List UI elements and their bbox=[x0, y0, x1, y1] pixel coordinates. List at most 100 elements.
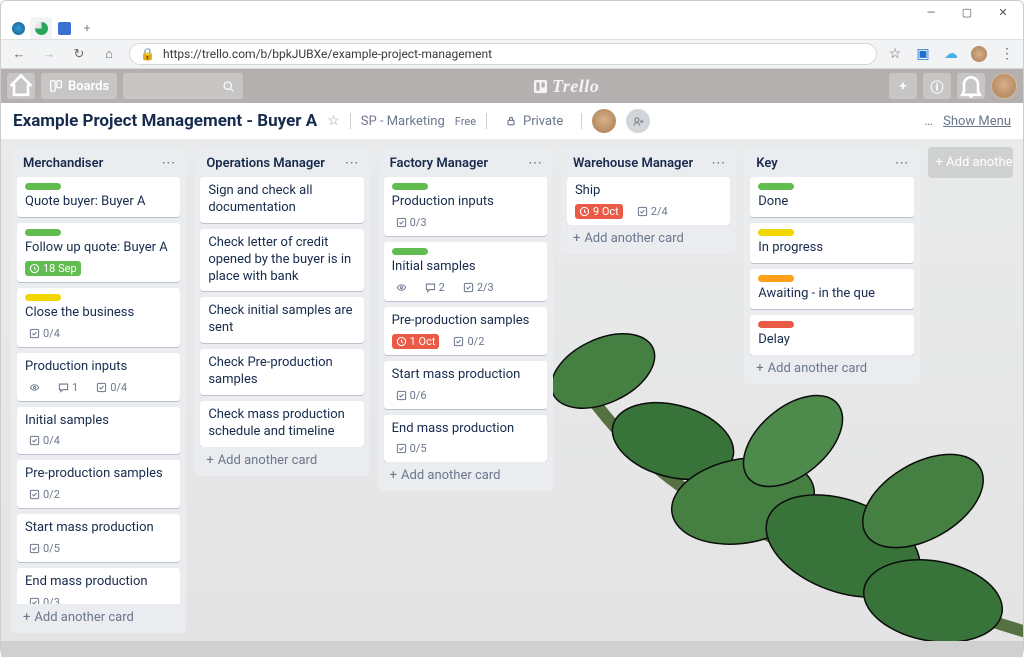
bookmark-star-icon[interactable]: ☆ bbox=[887, 46, 903, 62]
card[interactable]: Sign and check all documentation bbox=[200, 177, 363, 223]
list-title[interactable]: Merchandiser bbox=[23, 156, 103, 171]
add-card-button[interactable]: +Add another card bbox=[567, 225, 730, 248]
card-label-green bbox=[25, 229, 61, 236]
home-icon[interactable] bbox=[7, 73, 35, 99]
notifications-button[interactable] bbox=[957, 73, 985, 99]
badge-check: 0/4 bbox=[25, 326, 64, 341]
list-menu-icon[interactable]: ⋯ bbox=[161, 155, 176, 171]
card-badges: 1 Oct0/2 bbox=[392, 334, 539, 349]
card[interactable]: Production inputs0/3 bbox=[384, 177, 547, 236]
visibility-button[interactable]: Private bbox=[497, 111, 571, 132]
window-controls: — ▢ ✕ bbox=[1, 1, 1023, 23]
card-badges: 0/5 bbox=[392, 441, 539, 456]
card-title: Follow up quote: Buyer A bbox=[25, 240, 172, 257]
add-card-button[interactable]: +Add another card bbox=[384, 462, 547, 485]
add-list-button[interactable]: + Add another list bbox=[928, 147, 1013, 178]
browser-tab-2[interactable] bbox=[30, 17, 52, 39]
list-menu-icon[interactable]: ⋯ bbox=[895, 155, 910, 171]
badge-due: 18 Sep bbox=[25, 261, 81, 276]
card-title: Close the business bbox=[25, 305, 172, 322]
card-label-yellow bbox=[25, 294, 61, 301]
add-card-button[interactable]: +Add another card bbox=[200, 447, 363, 470]
home-button[interactable]: ⌂ bbox=[99, 44, 119, 64]
card[interactable]: Done bbox=[750, 177, 913, 217]
add-card-button[interactable]: +Add another card bbox=[17, 604, 180, 627]
search-icon bbox=[222, 80, 235, 93]
minimize-button[interactable]: — bbox=[925, 6, 937, 18]
badge-due: 1 Oct bbox=[392, 334, 440, 349]
card[interactable]: Quote buyer: Buyer A bbox=[17, 177, 180, 217]
browser-tab-3[interactable] bbox=[53, 17, 75, 39]
card[interactable]: Check mass production schedule and timel… bbox=[200, 401, 363, 447]
list-title[interactable]: Operations Manager bbox=[206, 156, 325, 171]
new-tab-button[interactable]: + bbox=[76, 17, 98, 39]
add-member-button[interactable] bbox=[626, 109, 650, 133]
card[interactable]: Delay bbox=[750, 315, 913, 355]
card[interactable]: Ship9 Oct2/4 bbox=[567, 177, 730, 225]
list-menu-icon[interactable]: ⋯ bbox=[345, 155, 360, 171]
card[interactable]: Check letter of credit opened by the buy… bbox=[200, 229, 363, 292]
card[interactable]: Close the business 0/4 bbox=[17, 288, 180, 347]
card-title: End mass production bbox=[25, 574, 172, 591]
card[interactable]: Initial samples0/4 bbox=[17, 407, 180, 455]
card-badges: 0/6 bbox=[392, 388, 539, 403]
card-title: Initial samples bbox=[392, 259, 539, 276]
list: Merchandiser ⋯ Quote buyer: Buyer A Follow … bbox=[11, 147, 186, 633]
ext-icon-cloud[interactable]: ☁ bbox=[943, 46, 959, 62]
plus-icon: + bbox=[756, 361, 763, 376]
card[interactable]: Awaiting - in the que bbox=[750, 269, 913, 309]
forward-button[interactable]: → bbox=[39, 44, 59, 64]
create-button[interactable]: + bbox=[889, 73, 917, 99]
info-button[interactable]: ⓘ bbox=[923, 73, 951, 99]
browser-tab-1[interactable] bbox=[7, 17, 29, 39]
card[interactable]: Start mass production0/5 bbox=[17, 514, 180, 562]
card[interactable]: Check initial samples are sent bbox=[200, 297, 363, 343]
card-title: Pre-production samples bbox=[392, 313, 539, 330]
star-icon[interactable]: ☆ bbox=[327, 113, 340, 129]
user-avatar[interactable] bbox=[991, 73, 1017, 99]
address-bar[interactable]: 🔒 https://trello.com/b/bpkJUBXe/example-… bbox=[129, 43, 877, 65]
reload-button[interactable]: ↻ bbox=[69, 44, 89, 64]
back-button[interactable]: ← bbox=[9, 44, 29, 64]
profile-avatar-icon[interactable] bbox=[971, 46, 987, 62]
search-input[interactable] bbox=[123, 73, 243, 99]
add-card-button[interactable]: +Add another card bbox=[750, 355, 913, 378]
list-menu-icon[interactable]: ⋯ bbox=[528, 155, 543, 171]
show-menu-button[interactable]: Show Menu bbox=[943, 114, 1011, 129]
badge-check: 2/4 bbox=[633, 204, 672, 219]
close-button[interactable]: ✕ bbox=[997, 6, 1009, 18]
card[interactable]: Production inputs10/4 bbox=[17, 353, 180, 401]
card[interactable]: Initial samples22/3 bbox=[384, 242, 547, 301]
ext-icon-news[interactable]: ▣ bbox=[915, 46, 931, 62]
board-title[interactable]: Example Project Management - Buyer A bbox=[13, 111, 317, 131]
url-text: https://trello.com/b/bpkJUBXe/example-pr… bbox=[163, 47, 492, 61]
list-title[interactable]: Key bbox=[756, 156, 777, 171]
card[interactable]: End mass production0/5 bbox=[384, 415, 547, 463]
card[interactable]: Follow up quote: Buyer A 18 Sep bbox=[17, 223, 180, 282]
card[interactable]: Pre-production samples 1 Oct0/2 bbox=[384, 307, 547, 355]
card[interactable]: Start mass production 0/6 bbox=[384, 361, 547, 409]
list: Factory Manager ⋯ Production inputs0/3 Init… bbox=[378, 147, 553, 491]
card[interactable]: Check Pre-production samples bbox=[200, 349, 363, 395]
card-title: Quote buyer: Buyer A bbox=[25, 194, 172, 211]
plus-icon: + bbox=[390, 468, 397, 483]
member-avatar-1[interactable] bbox=[592, 109, 616, 133]
menu-dots[interactable]: … bbox=[924, 114, 933, 129]
maximize-button[interactable]: ▢ bbox=[961, 6, 973, 18]
list-title[interactable]: Warehouse Manager bbox=[573, 156, 693, 171]
trello-logo[interactable]: Trello bbox=[249, 76, 883, 97]
list-menu-icon[interactable]: ⋯ bbox=[711, 155, 726, 171]
browser-menu-icon[interactable]: ⋮ bbox=[999, 46, 1015, 62]
card-title: Start mass production bbox=[25, 520, 172, 537]
list-title[interactable]: Factory Manager bbox=[390, 156, 488, 171]
card[interactable]: End mass production0/3 bbox=[17, 568, 180, 604]
team-name[interactable]: SP - Marketing bbox=[361, 114, 445, 129]
board-canvas: Merchandiser ⋯ Quote buyer: Buyer A Follow … bbox=[1, 139, 1023, 641]
badge-comment: 1 bbox=[54, 380, 82, 395]
plus-icon: + bbox=[23, 610, 30, 625]
card[interactable]: Pre-production samples0/2 bbox=[17, 460, 180, 508]
card-title: Start mass production bbox=[392, 367, 539, 384]
list: Operations Manager ⋯ Sign and check all do… bbox=[194, 147, 369, 476]
boards-button[interactable]: Boards bbox=[41, 73, 117, 99]
card[interactable]: In progress bbox=[750, 223, 913, 263]
